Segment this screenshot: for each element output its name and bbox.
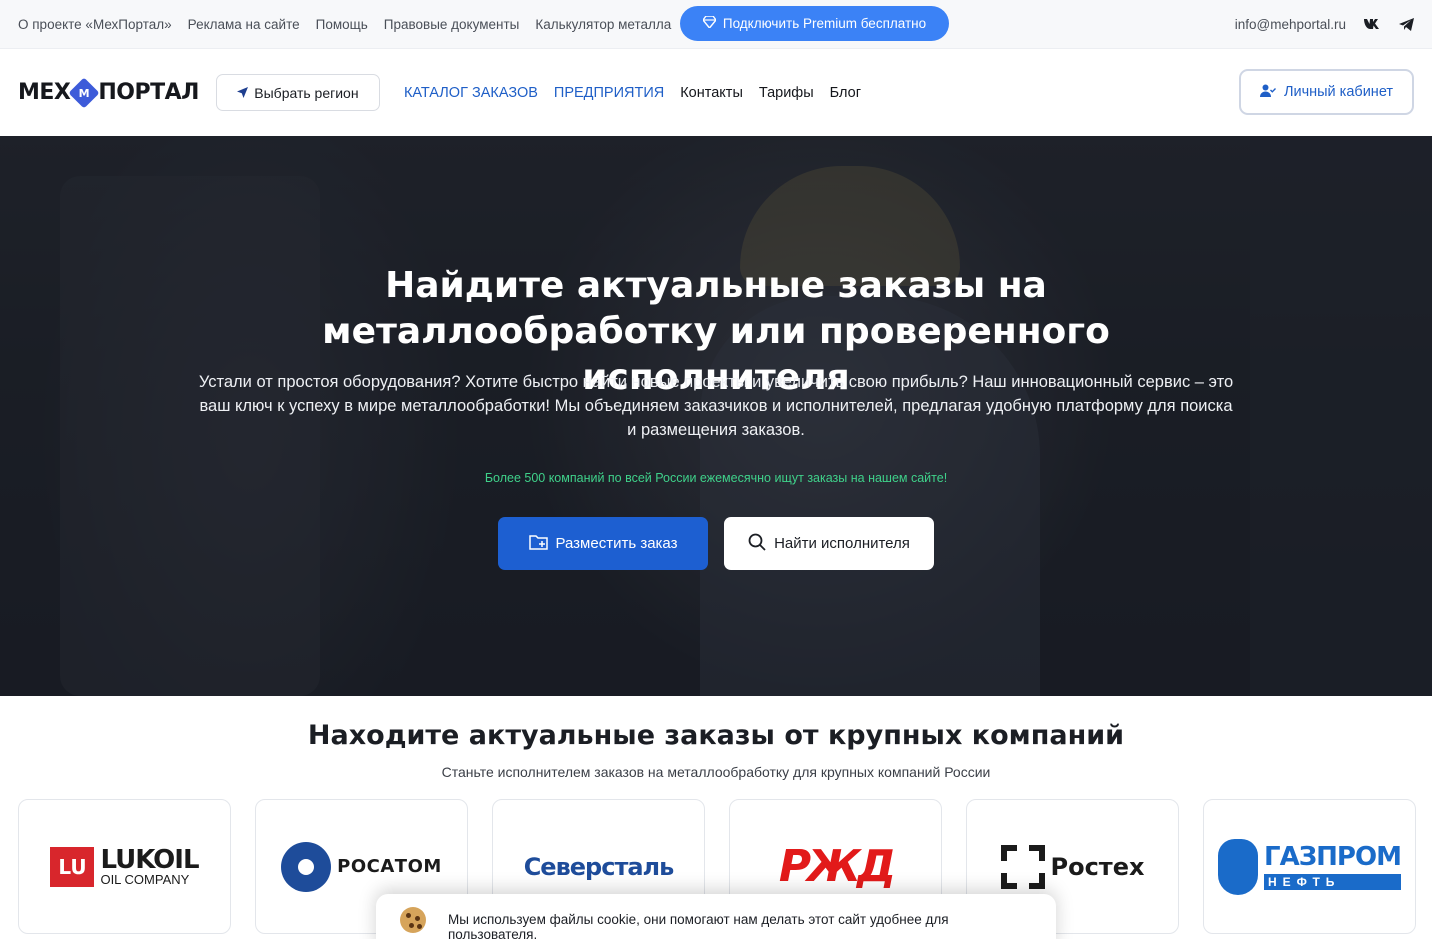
companies-subtitle: Станьте исполнителем заказов на металлоо…: [441, 764, 991, 780]
top-link-help[interactable]: Помощь: [316, 17, 368, 32]
post-order-button[interactable]: Разместить заказ: [498, 517, 708, 570]
region-button[interactable]: Выбрать регион: [215, 74, 380, 111]
diamond-icon: [701, 15, 717, 31]
premium-button[interactable]: Подключить Premium бесплатно: [680, 6, 949, 41]
telegram-icon[interactable]: [1398, 16, 1414, 32]
rosatom-logo-icon: [281, 841, 332, 892]
nav-enterprises[interactable]: ПРЕДПРИЯТИЯ: [554, 85, 664, 101]
main-header: МЕХ М ПОРТАЛ Выбрать регион КАТАЛОГ ЗАКА…: [0, 49, 1432, 136]
top-link-calculator[interactable]: Калькулятор металла: [535, 17, 671, 32]
nav-tariffs[interactable]: Тарифы: [759, 85, 814, 101]
lukoil-name: LUKOIL: [100, 845, 199, 875]
account-label: Личный кабинет: [1283, 84, 1394, 100]
hero-section: Найдите актуальные заказы на металлообра…: [0, 136, 1432, 696]
nav-contacts[interactable]: Контакты: [680, 85, 743, 101]
companies-title: Находите актуальные заказы от крупных ко…: [307, 720, 1125, 751]
region-label: Выбрать регион: [254, 84, 359, 101]
lukoil-wordmark: LUKOIL OIL COMPANY: [100, 845, 199, 887]
nav-orders-catalog[interactable]: КАТАЛОГ ЗАКАЗОВ: [404, 85, 538, 101]
location-arrow-icon: [237, 85, 249, 101]
search-icon: [748, 533, 766, 555]
folder-plus-icon: [528, 534, 548, 554]
account-button[interactable]: Личный кабинет: [1239, 69, 1414, 115]
gazprom-name: ГАЗПРОМ: [1264, 841, 1402, 872]
user-check-icon: [1259, 84, 1276, 101]
cookie-text: Мы используем файлы cookie, они помогают…: [448, 912, 949, 939]
lukoil-mark: LU: [50, 846, 95, 887]
rzd-logo: РЖД: [778, 841, 896, 892]
logo-text-left: МЕХ: [18, 80, 71, 105]
company-card-lukoil[interactable]: LU LUKOIL OIL COMPANY: [18, 799, 231, 934]
rostec-logo-icon: [1000, 844, 1045, 889]
lukoil-sub: OIL COMPANY: [100, 872, 190, 887]
vk-icon[interactable]: [1364, 16, 1380, 32]
top-link-legal[interactable]: Правовые документы: [384, 17, 520, 32]
find-contractor-label: Найти исполнителя: [774, 535, 910, 552]
company-card-gazprom[interactable]: ГАЗПРОМ НЕФТЬ: [1203, 799, 1416, 934]
gazprom-wordmark: ГАЗПРОМ НЕФТЬ: [1264, 841, 1402, 890]
logo-badge-letter: М: [79, 85, 90, 99]
email-link[interactable]: info@mehportal.ru: [1235, 17, 1346, 32]
top-link-about[interactable]: О проекте «МехПортал»: [18, 17, 172, 32]
top-right: info@mehportal.ru: [1235, 16, 1414, 32]
severstal-name: Северсталь: [523, 852, 675, 881]
site-logo[interactable]: МЕХ М ПОРТАЛ: [18, 76, 199, 109]
gazprom-flame-icon: [1218, 838, 1259, 895]
hero-lead: Устали от простоя оборудования? Хотите б…: [198, 373, 1234, 439]
hero-content: Найдите актуальные заказы на металлообра…: [0, 136, 1432, 696]
rosatom-name: РОСАТОМ: [337, 856, 442, 877]
find-contractor-button[interactable]: Найти исполнителя: [724, 517, 934, 570]
top-link-ads[interactable]: Реклама на сайте: [188, 17, 300, 32]
cookie-icon: [400, 907, 426, 933]
main-nav: КАТАЛОГ ЗАКАЗОВ ПРЕДПРИЯТИЯ Контакты Тар…: [404, 85, 861, 101]
nav-blog[interactable]: Блог: [830, 85, 861, 101]
premium-label: Подключить Premium бесплатно: [722, 16, 927, 31]
logo-text-right: ПОРТАЛ: [98, 80, 199, 105]
gazprom-sub: НЕФТЬ: [1264, 873, 1401, 890]
hero-promo: Более 500 компаний по всей России ежемес…: [484, 471, 948, 485]
rostec-name: Ростех: [1050, 852, 1145, 881]
post-order-label: Разместить заказ: [555, 535, 678, 552]
logo-badge: М: [68, 76, 100, 109]
top-links: О проекте «МехПортал» Реклама на сайте П…: [18, 17, 671, 32]
top-bar: О проекте «МехПортал» Реклама на сайте П…: [0, 0, 1432, 49]
cookie-banner[interactable]: Мы используем файлы cookie, они помогают…: [376, 894, 1056, 939]
